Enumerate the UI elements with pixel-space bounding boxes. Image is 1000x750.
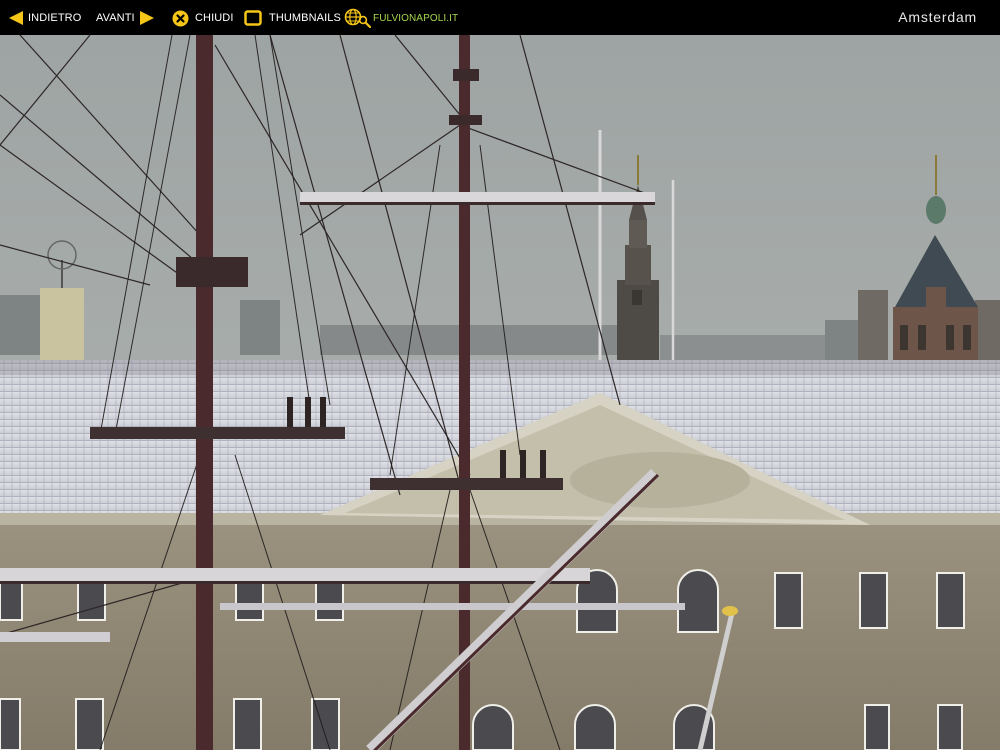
main-photo — [0, 35, 1000, 750]
arrow-right-icon — [139, 11, 154, 25]
thumbnails-square-icon — [244, 10, 262, 26]
next-label: AVANTI — [96, 12, 135, 24]
arrow-left-icon — [9, 11, 23, 25]
thumbnails-button[interactable]: THUMBNAILS — [244, 8, 341, 28]
photo-illustration — [0, 35, 1000, 750]
site-label: FULVIONAPOLI.IT — [373, 12, 459, 24]
top-toolbar: INDIETRO AVANTI CHIUDI THUMBNAILS FULVIO… — [0, 0, 1000, 35]
prev-label: INDIETRO — [28, 12, 82, 24]
close-button[interactable]: CHIUDI — [172, 8, 234, 28]
site-link[interactable]: FULVIONAPOLI.IT — [344, 8, 458, 28]
city-title: Amsterdam — [898, 9, 977, 25]
close-circle-icon — [172, 10, 189, 26]
close-label: CHIUDI — [195, 12, 234, 24]
next-button[interactable]: AVANTI — [96, 8, 155, 28]
thumbnails-label: THUMBNAILS — [269, 12, 341, 24]
mast-left — [196, 35, 213, 750]
prev-button[interactable]: INDIETRO — [8, 8, 81, 28]
globe-search-icon — [344, 8, 371, 28]
mast-right — [459, 35, 470, 750]
